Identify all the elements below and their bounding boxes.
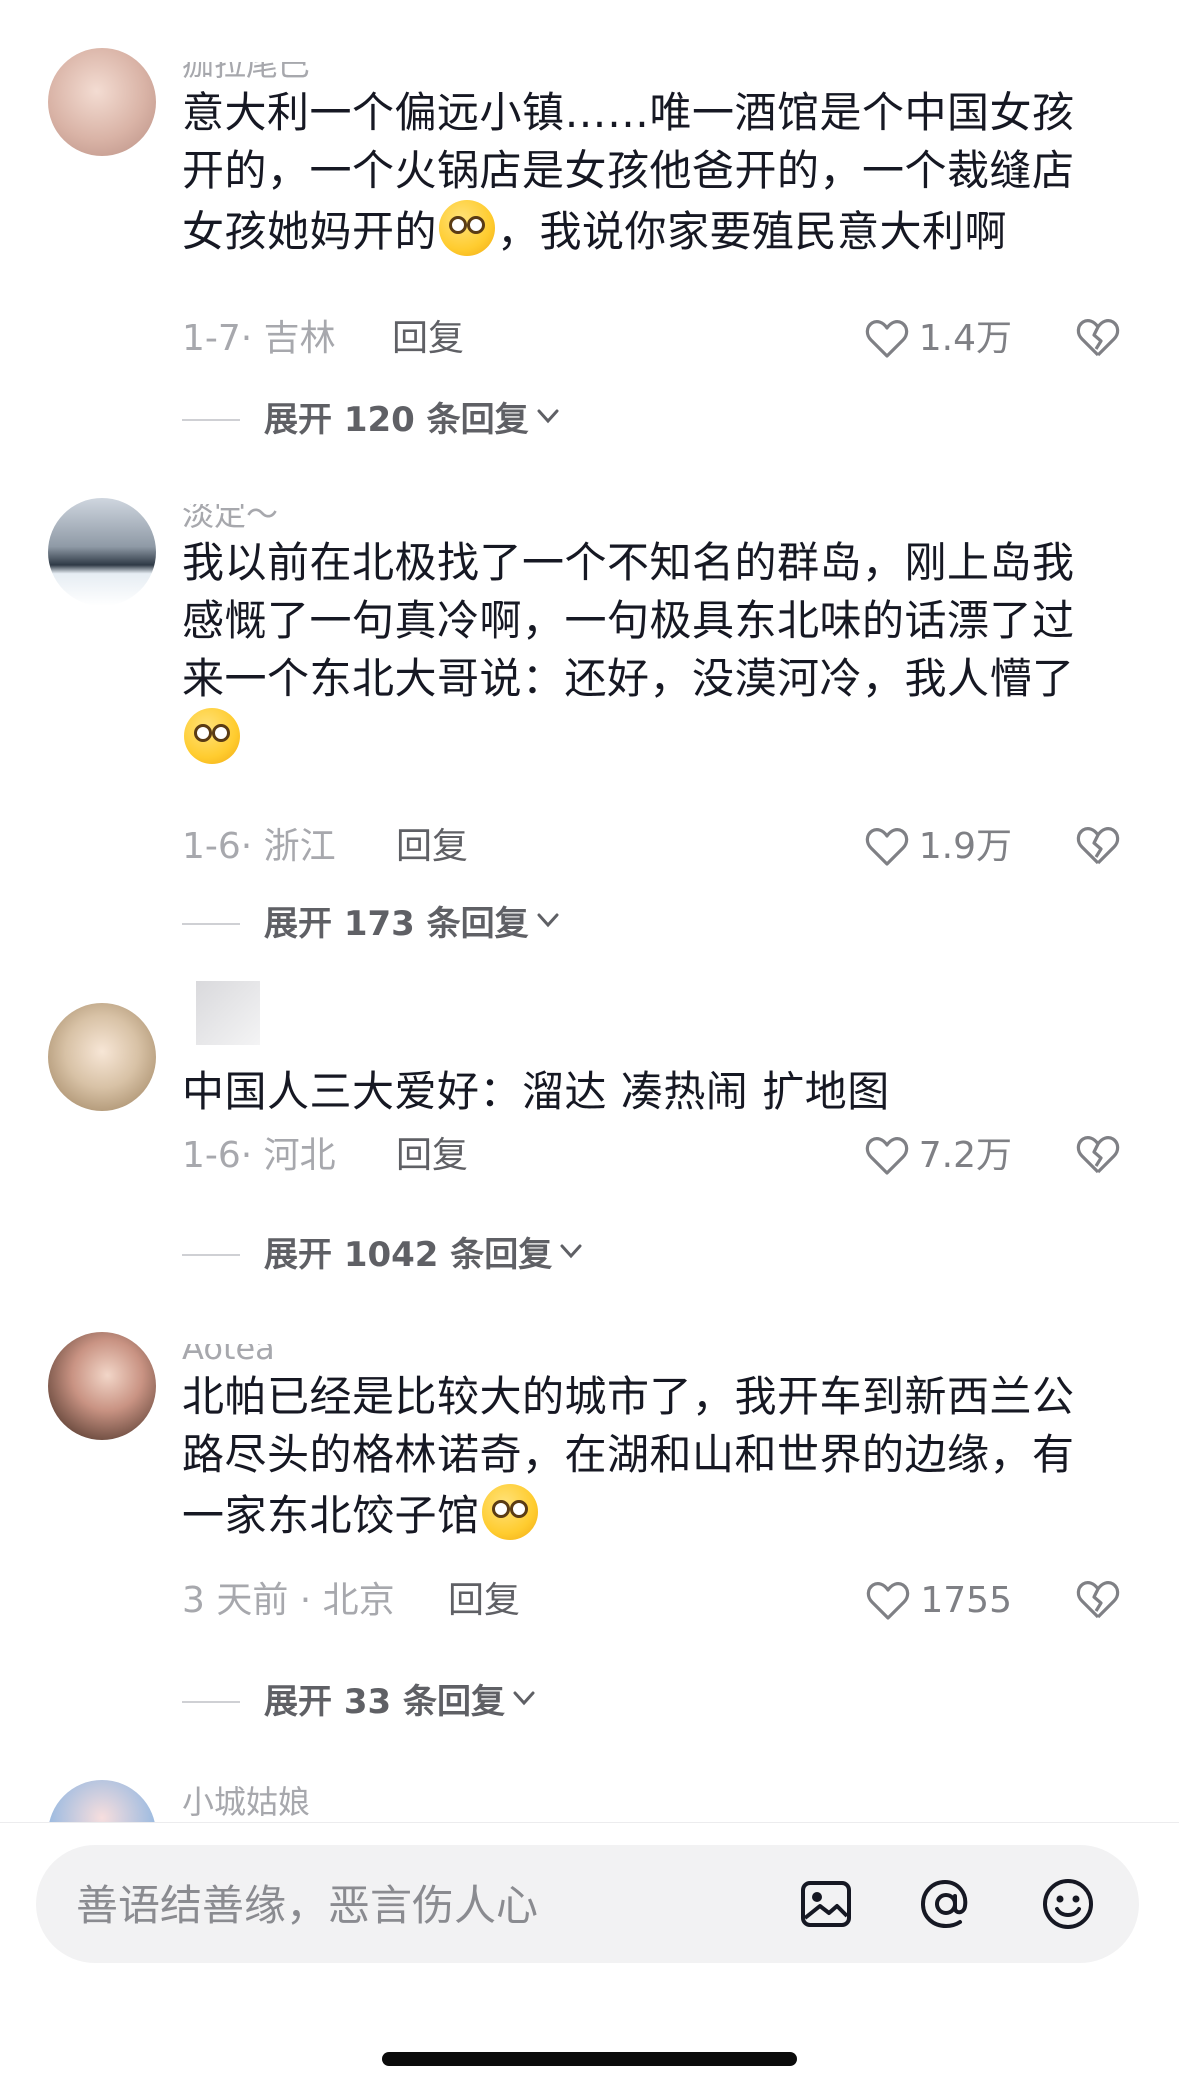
divider-line [182, 1701, 240, 1703]
heart-icon [865, 320, 908, 358]
comment-text-part: 我以前在北极找了一个不知名的群岛，刚上岛我感慨了一句真冷啊，一句极具东北味的话漂… [182, 538, 1075, 703]
comment-date-location: 3 天前 · 北京 [182, 1580, 395, 1621]
emoji-icon[interactable] [1040, 1876, 1096, 1932]
chevron-down-icon [513, 1691, 535, 1706]
comment-username[interactable]: 小城姑娘 [182, 1782, 310, 1822]
username-redacted [196, 981, 260, 1045]
divider-line [182, 419, 240, 421]
comment-meta: 1-7· 吉林 回复 1.4万 [182, 314, 1122, 364]
comment-username[interactable]: Aotea [182, 1344, 275, 1368]
grinning-sweat-emoji [481, 1484, 538, 1540]
broken-heart-icon[interactable] [1074, 822, 1122, 870]
like-button[interactable]: 1755 [864, 1576, 1012, 1626]
expand-replies-label: 展开 33 条回复 [264, 1682, 505, 1722]
reply-button[interactable]: 回复 [396, 822, 468, 872]
reply-button[interactable]: 回复 [448, 1576, 520, 1626]
reply-button[interactable]: 回复 [396, 1131, 468, 1181]
broken-heart-icon[interactable] [1074, 1576, 1122, 1624]
comment-meta: 1-6· 河北 回复 7.2万 [182, 1131, 1122, 1181]
chevron-down-icon [537, 409, 559, 424]
home-indicator[interactable] [382, 2052, 797, 2066]
comment-username[interactable]: 淡定～ [182, 504, 278, 534]
expand-replies-label: 展开 120 条回复 [264, 400, 529, 440]
comment-list: 痂拉尾巴 意大利一个偏远小镇……唯一酒馆是个中国女孩开的，一个火锅店是女孩他爸开… [0, 0, 1179, 1822]
heart-icon [867, 1582, 910, 1620]
chevron-down-icon [537, 913, 559, 928]
face-with-wide-eyes-emoji [439, 200, 496, 256]
comment-date-location: 1-6· 河北 [182, 1135, 336, 1176]
comment-text: 中国人三大爱好：溜达 凑热闹 扩地图 [182, 1063, 1112, 1121]
comment-text: 意大利一个偏远小镇……唯一酒馆是个中国女孩开的，一个火锅店是女孩他爸开的，一个裁… [182, 84, 1112, 261]
comment-text: 北帕已经是比较大的城市了，我开车到新西兰公路尽头的格林诺奇，在湖和山和世界的边缘… [182, 1368, 1112, 1545]
comment-meta: 3 天前 · 北京 回复 1755 [182, 1576, 1122, 1626]
comment-text: 我以前在北极找了一个不知名的群岛，刚上岛我感慨了一句真冷啊，一句极具东北味的话漂… [182, 534, 1112, 769]
like-count: 1.9万 [918, 826, 1012, 867]
comment-date-location: 1-7· 吉林 [182, 318, 336, 359]
divider-line [182, 923, 240, 925]
broken-heart-icon[interactable] [1074, 314, 1122, 362]
heart-icon [865, 1137, 908, 1175]
image-icon[interactable] [798, 1876, 854, 1932]
like-button[interactable]: 7.2万 [863, 1131, 1012, 1181]
like-count: 1755 [920, 1580, 1012, 1621]
divider-line [182, 1254, 240, 1256]
like-button[interactable]: 1.4万 [863, 314, 1012, 364]
like-count: 1.4万 [918, 318, 1012, 359]
comment-username[interactable]: 痂拉尾巴 [182, 62, 310, 84]
dizzy-face-emoji [184, 708, 240, 764]
avatar[interactable] [48, 1332, 156, 1440]
chevron-down-icon [560, 1244, 582, 1259]
at-icon[interactable] [918, 1876, 974, 1932]
like-count: 7.2万 [918, 1135, 1012, 1176]
avatar[interactable] [48, 1780, 156, 1822]
avatar[interactable] [48, 498, 156, 606]
comment-meta: 1-6· 浙江 回复 1.9万 [182, 822, 1122, 872]
like-button[interactable]: 1.9万 [863, 822, 1012, 872]
avatar[interactable] [48, 48, 156, 156]
comment-text-part: 北帕已经是比较大的城市了，我开车到新西兰公路尽头的格林诺奇，在湖和山和世界的边缘… [182, 1372, 1075, 1540]
comment-input[interactable] [74, 1845, 778, 1965]
comment-input-container[interactable] [36, 1845, 1139, 1965]
expand-replies-label: 展开 173 条回复 [264, 904, 529, 944]
comment-text-part: ，我说你家要殖民意大利啊 [497, 207, 1008, 256]
avatar[interactable] [48, 1003, 156, 1111]
heart-icon [865, 828, 908, 866]
reply-button[interactable]: 回复 [392, 314, 464, 364]
expand-replies-label: 展开 1042 条回复 [264, 1235, 553, 1275]
comment-text-part: 中国人三大爱好：溜达 凑热闹 扩地图 [182, 1067, 890, 1116]
comment-date-location: 1-6· 浙江 [182, 826, 336, 867]
broken-heart-icon[interactable] [1074, 1131, 1122, 1179]
